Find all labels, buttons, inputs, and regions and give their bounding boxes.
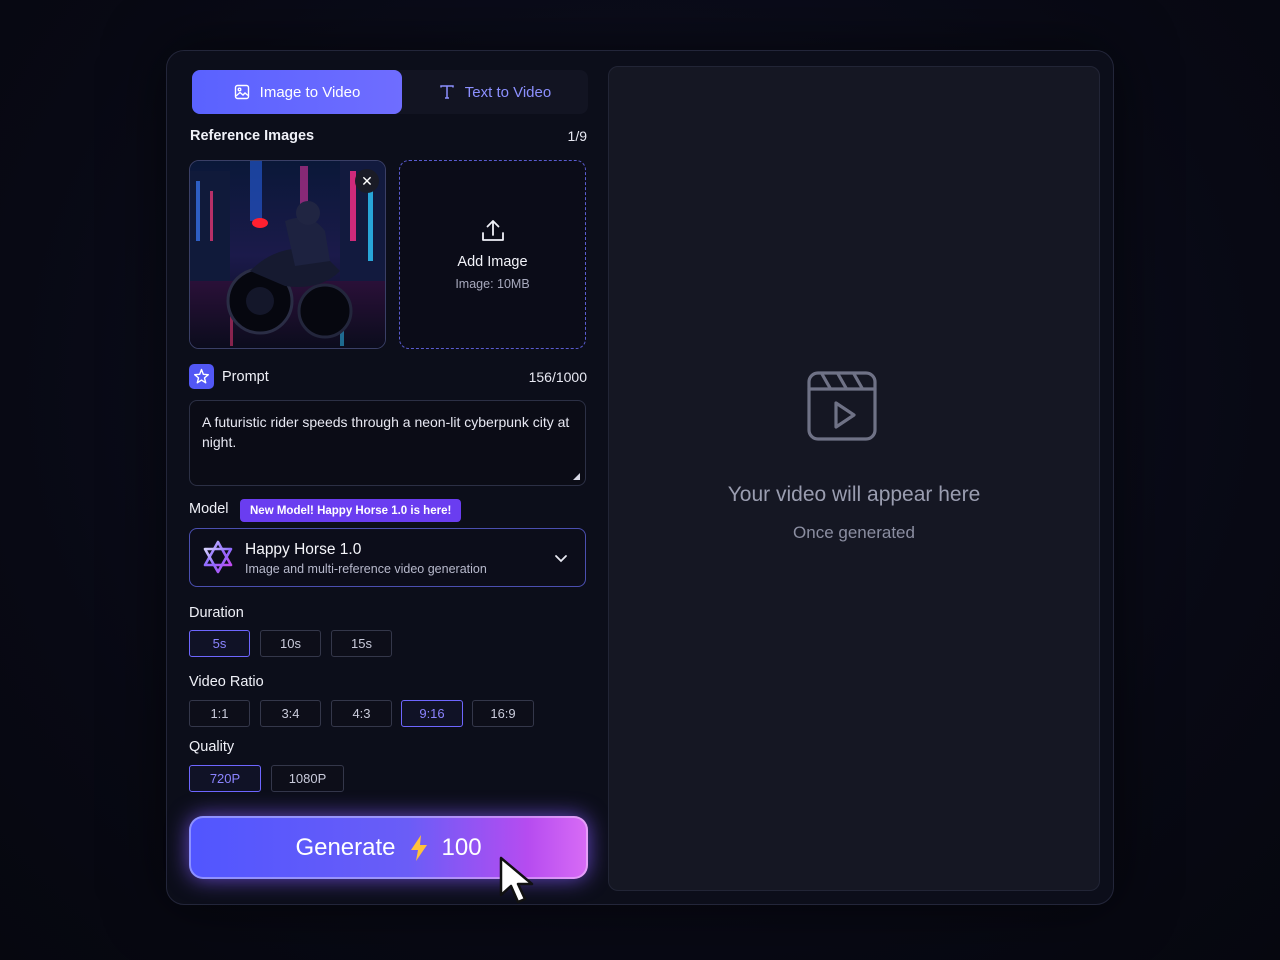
empty-state-subtitle: Once generated [793,523,915,542]
video-preview-area: Your video will appear here Once generat… [608,66,1100,891]
tab-text-to-video[interactable]: Text to Video [402,70,588,114]
add-image-hint: Image: 10MB [455,277,530,291]
quality-option-1080p[interactable]: 1080P [271,765,344,792]
credit-cost: 100 [441,833,482,861]
sparkle-icon [189,364,214,389]
ratio-option-4-3[interactable]: 4:3 [331,700,392,727]
tab-image-to-video[interactable]: Image to Video [192,70,402,114]
remove-image-button[interactable]: ✕ [355,169,379,193]
duration-option-15s[interactable]: 15s [331,630,392,657]
prompt-label: Prompt [222,369,269,385]
generate-label: Generate [295,833,396,861]
ratio-option-16-9[interactable]: 16:9 [472,700,534,727]
duration-label: Duration [189,605,244,621]
generator-panel: Image to Video Text to Video Reference I… [166,50,1114,905]
image-icon [234,84,249,100]
ratio-option-3-4[interactable]: 3:4 [260,700,321,727]
mode-tabs: Image to Video Text to Video [192,70,588,114]
prompt-text: A futuristic rider speeds through a neon… [202,414,570,450]
lightning-icon [410,834,427,861]
video-ratio-label: Video Ratio [189,674,264,690]
ratio-option-9-16[interactable]: 9:16 [401,700,463,727]
video-clapper-icon [807,371,877,441]
reference-image-thumbnail[interactable]: ✕ [189,160,386,349]
tab-label: Image to Video [259,83,361,101]
chevron-down-icon [555,555,567,563]
model-select[interactable]: Happy Horse 1.0 Image and multi-referenc… [189,528,586,587]
tab-label: Text to Video [464,83,552,101]
upload-icon [481,220,504,241]
prompt-char-count: 156/1000 [528,369,587,385]
close-icon: ✕ [361,172,373,189]
new-model-badge: New Model! Happy Horse 1.0 is here! [240,499,462,522]
quality-option-720p[interactable]: 720P [189,765,261,792]
add-image-dropzone[interactable]: Add Image Image: 10MB [399,160,586,349]
resize-handle[interactable] [573,473,580,480]
ratio-option-1-1[interactable]: 1:1 [189,700,250,727]
happy-horse-logo-icon [203,540,233,574]
duration-option-5s[interactable]: 5s [189,630,250,657]
duration-option-10s[interactable]: 10s [260,630,321,657]
cyberpunk-rider-image [190,161,385,348]
prompt-textarea[interactable]: A futuristic rider speeds through a neon… [189,400,586,486]
mouse-pointer-icon [499,856,534,904]
reference-count: 1/9 [567,128,587,144]
model-label: Model [189,501,229,517]
model-description: Image and multi-reference video generati… [245,562,487,576]
quality-label: Quality [189,739,235,755]
add-image-label: Add Image [457,254,528,270]
empty-state-title: Your video will appear here [727,483,981,506]
model-name: Happy Horse 1.0 [245,541,362,558]
reference-images-label: Reference Images [190,128,315,144]
text-icon [440,85,454,99]
